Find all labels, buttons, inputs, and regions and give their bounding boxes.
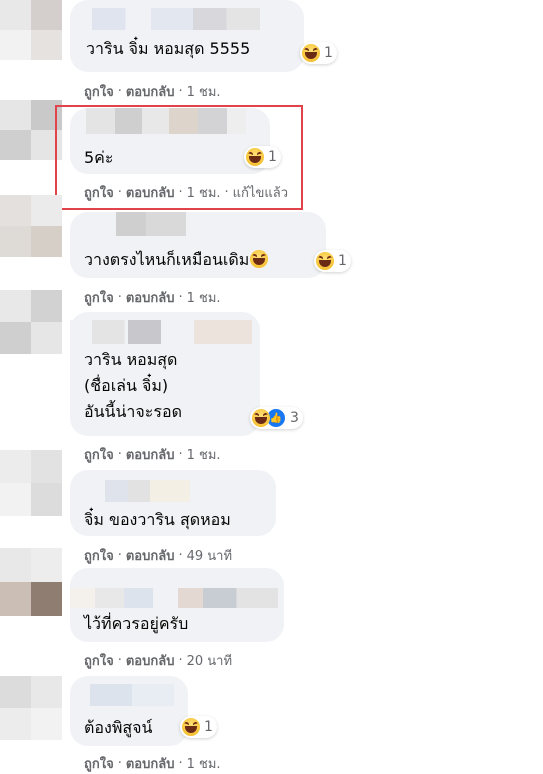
separator: · [178, 84, 183, 99]
avatar[interactable] [0, 195, 62, 257]
like-link[interactable]: ถูกใจ [84, 753, 114, 774]
comment-actions: ถูกใจ · ตอบกลับ · 1 ชม. [84, 444, 221, 465]
laugh-icon [316, 252, 334, 270]
separator: · [117, 548, 122, 563]
avatar[interactable] [0, 290, 62, 354]
avatar[interactable] [0, 100, 62, 160]
separator: · [117, 447, 122, 462]
like-link[interactable]: ถูกใจ [84, 545, 114, 566]
separator: · [117, 756, 122, 771]
avatar[interactable] [0, 676, 62, 740]
comment-text: จิ๋ม ของวาริน สุดหอม [84, 510, 231, 529]
reaction-summary[interactable]: 1 [314, 250, 351, 272]
blurred-author-name [90, 480, 190, 502]
comment-text: ไว้ที่ควรอยู่ครับ [84, 614, 189, 633]
comment-line: วาริน หอมสุด [84, 350, 178, 369]
timestamp[interactable]: 1 ชม. [187, 753, 221, 774]
comment-line: (ชื่อเล่น จิ๋ม) [84, 376, 169, 395]
comment-bubble[interactable]: จิ๋ม ของวาริน สุดหอม [70, 470, 276, 536]
reaction-summary[interactable]: 👍 3 [250, 407, 303, 429]
avatar[interactable] [0, 450, 62, 516]
separator: · [178, 548, 183, 563]
blurred-author-name [70, 588, 278, 608]
reaction-count: 3 [290, 410, 299, 426]
comment-text: วางตรงไหนก็เหมือนเดิม [84, 248, 269, 271]
comment-actions: ถูกใจ · ตอบกลับ · 1 ชม. [84, 753, 221, 774]
comment-actions: ถูกใจ · ตอบกลับ · 49 นาที [84, 545, 232, 566]
comment-actions: ถูกใจ · ตอบกลับ · 1 ชม. [84, 287, 221, 308]
comment-text: ต้องพิสูจน์ [84, 718, 153, 737]
laughing-tears-icon [250, 250, 269, 268]
reaction-summary[interactable]: 1 [300, 42, 337, 64]
reply-link[interactable]: ตอบกลับ [126, 444, 175, 465]
comment-text: วาริน จิ๋ม หอมสุด 5555 [86, 39, 251, 58]
separator: · [178, 290, 183, 305]
highlight-box [55, 105, 303, 210]
blurred-author-name [86, 212, 186, 236]
comment-bubble[interactable]: ต้องพิสูจน์ [70, 676, 188, 746]
comment-bubble[interactable]: วาริน จิ๋ม หอมสุด 5555 [70, 0, 304, 72]
timestamp[interactable]: 1 ชม. [187, 444, 221, 465]
reaction-summary[interactable]: 1 [180, 716, 217, 738]
comment-bubble[interactable]: ไว้ที่ควรอยู่ครับ [70, 568, 284, 642]
laugh-icon [182, 718, 200, 736]
comment-bubble[interactable]: วางตรงไหนก็เหมือนเดิม [70, 212, 326, 278]
timestamp[interactable]: 20 นาที [187, 650, 232, 671]
like-link[interactable]: ถูกใจ [84, 81, 114, 102]
like-link[interactable]: ถูกใจ [84, 444, 114, 465]
laugh-icon [302, 44, 320, 62]
comment-bubble[interactable]: วาริน หอมสุด (ชื่อเล่น จิ๋ม) อันนี้น่าจะ… [70, 312, 260, 436]
like-link[interactable]: ถูกใจ [84, 287, 114, 308]
blurred-author-name [90, 684, 174, 706]
timestamp[interactable]: 1 ชม. [187, 287, 221, 308]
timestamp[interactable]: 1 ชม. [187, 81, 221, 102]
reply-link[interactable]: ตอบกลับ [126, 287, 175, 308]
comment-actions: ถูกใจ · ตอบกลับ · 20 นาที [84, 650, 232, 671]
blurred-author-name [92, 8, 260, 30]
reply-link[interactable]: ตอบกลับ [126, 81, 175, 102]
separator: · [178, 447, 183, 462]
separator: · [178, 653, 183, 668]
separator: · [117, 290, 122, 305]
blurred-author-name [70, 320, 252, 344]
like-link[interactable]: ถูกใจ [84, 650, 114, 671]
avatar[interactable] [0, 548, 62, 616]
reply-link[interactable]: ตอบกลับ [126, 753, 175, 774]
comment-line: อันนี้น่าจะรอด [84, 402, 182, 421]
reaction-count: 1 [204, 719, 213, 735]
timestamp[interactable]: 49 นาที [187, 545, 232, 566]
comment-actions: ถูกใจ · ตอบกลับ · 1 ชม. [84, 81, 221, 102]
separator: · [117, 84, 122, 99]
reply-link[interactable]: ตอบกลับ [126, 545, 175, 566]
separator: · [117, 653, 122, 668]
separator: · [178, 756, 183, 771]
reaction-count: 1 [338, 253, 347, 269]
reply-link[interactable]: ตอบกลับ [126, 650, 175, 671]
avatar[interactable] [0, 0, 62, 60]
reaction-count: 1 [324, 45, 333, 61]
laugh-icon [252, 409, 270, 427]
